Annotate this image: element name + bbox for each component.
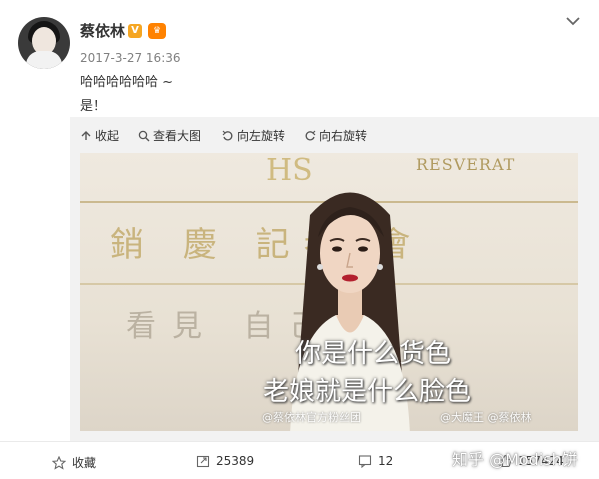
image-watermark-left: @蔡依林官方粉丝团: [262, 411, 361, 424]
post-timestamp[interactable]: 2017-3-27 16:36: [80, 51, 181, 65]
subtitle-line-2: 老娘就是什么脸色: [262, 377, 471, 407]
post-text-line-1: 哈哈哈哈哈哈 ~: [80, 75, 174, 90]
repost-icon: [196, 455, 210, 468]
view-large-button[interactable]: 查看大图: [138, 127, 201, 144]
collapse-label: 收起: [95, 129, 120, 143]
repost-button[interactable]: 25389: [196, 454, 254, 468]
rotate-right-button[interactable]: 向右旋转: [304, 127, 367, 144]
comment-icon: [358, 455, 372, 468]
view-large-label: 查看大图: [153, 129, 202, 143]
username[interactable]: 蔡依林: [80, 20, 125, 41]
repost-count: 25389: [216, 454, 255, 468]
backdrop-banner-text: RESVERAT: [416, 155, 516, 174]
rotate-right-icon: [305, 130, 316, 140]
post-text-line-2: 是！: [80, 99, 107, 114]
favorite-button[interactable]: 收藏: [52, 454, 96, 471]
rotate-left-icon: [222, 130, 233, 140]
verified-badge-icon: V: [128, 24, 142, 38]
rotate-right-label: 向右旋转: [319, 129, 368, 143]
rotate-left-label: 向左旋转: [237, 129, 286, 143]
image-watermark-right: @大魔王 @蔡依林: [440, 411, 532, 424]
zhihu-watermark: 知乎 @Modish饼: [452, 450, 578, 469]
comment-button[interactable]: 12: [358, 454, 393, 468]
collapse-button[interactable]: 收起: [80, 127, 119, 144]
media-panel: 收起 查看大图 向左旋转 向右旋转 HS RESVERAT 銷 慶 記者 會 看…: [70, 117, 599, 441]
post-photo[interactable]: HS RESVERAT 銷 慶 記者 會 看見 自己 你是什么货色 老娘就是什么…: [80, 153, 578, 431]
favorite-label: 收藏: [72, 456, 97, 470]
media-toolbar: 收起 查看大图 向左旋转 向右旋转: [70, 117, 599, 151]
search-icon: [138, 130, 150, 141]
avatar[interactable]: [18, 17, 70, 69]
subtitle-line-1: 你是什么货色: [294, 339, 451, 369]
chevron-down-icon[interactable]: [566, 16, 580, 26]
comment-count: 12: [378, 454, 394, 468]
collapse-arrow-icon: [81, 130, 91, 140]
rotate-left-button[interactable]: 向左旋转: [222, 127, 285, 144]
star-icon: [52, 455, 66, 470]
vip-badge-icon: ♛: [148, 23, 166, 39]
